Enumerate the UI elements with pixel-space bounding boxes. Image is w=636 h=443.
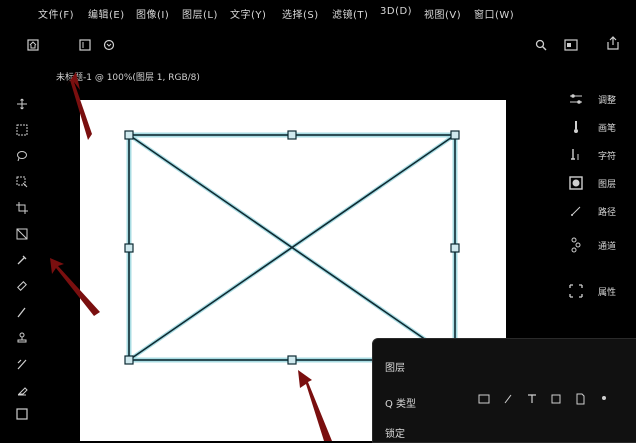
annotation-arrow-doc-tab — [66, 72, 92, 140]
annotation-arrow-toolbar — [50, 258, 100, 316]
annotation-arrows — [50, 72, 332, 441]
annotation-arrow-handle — [298, 370, 332, 441]
